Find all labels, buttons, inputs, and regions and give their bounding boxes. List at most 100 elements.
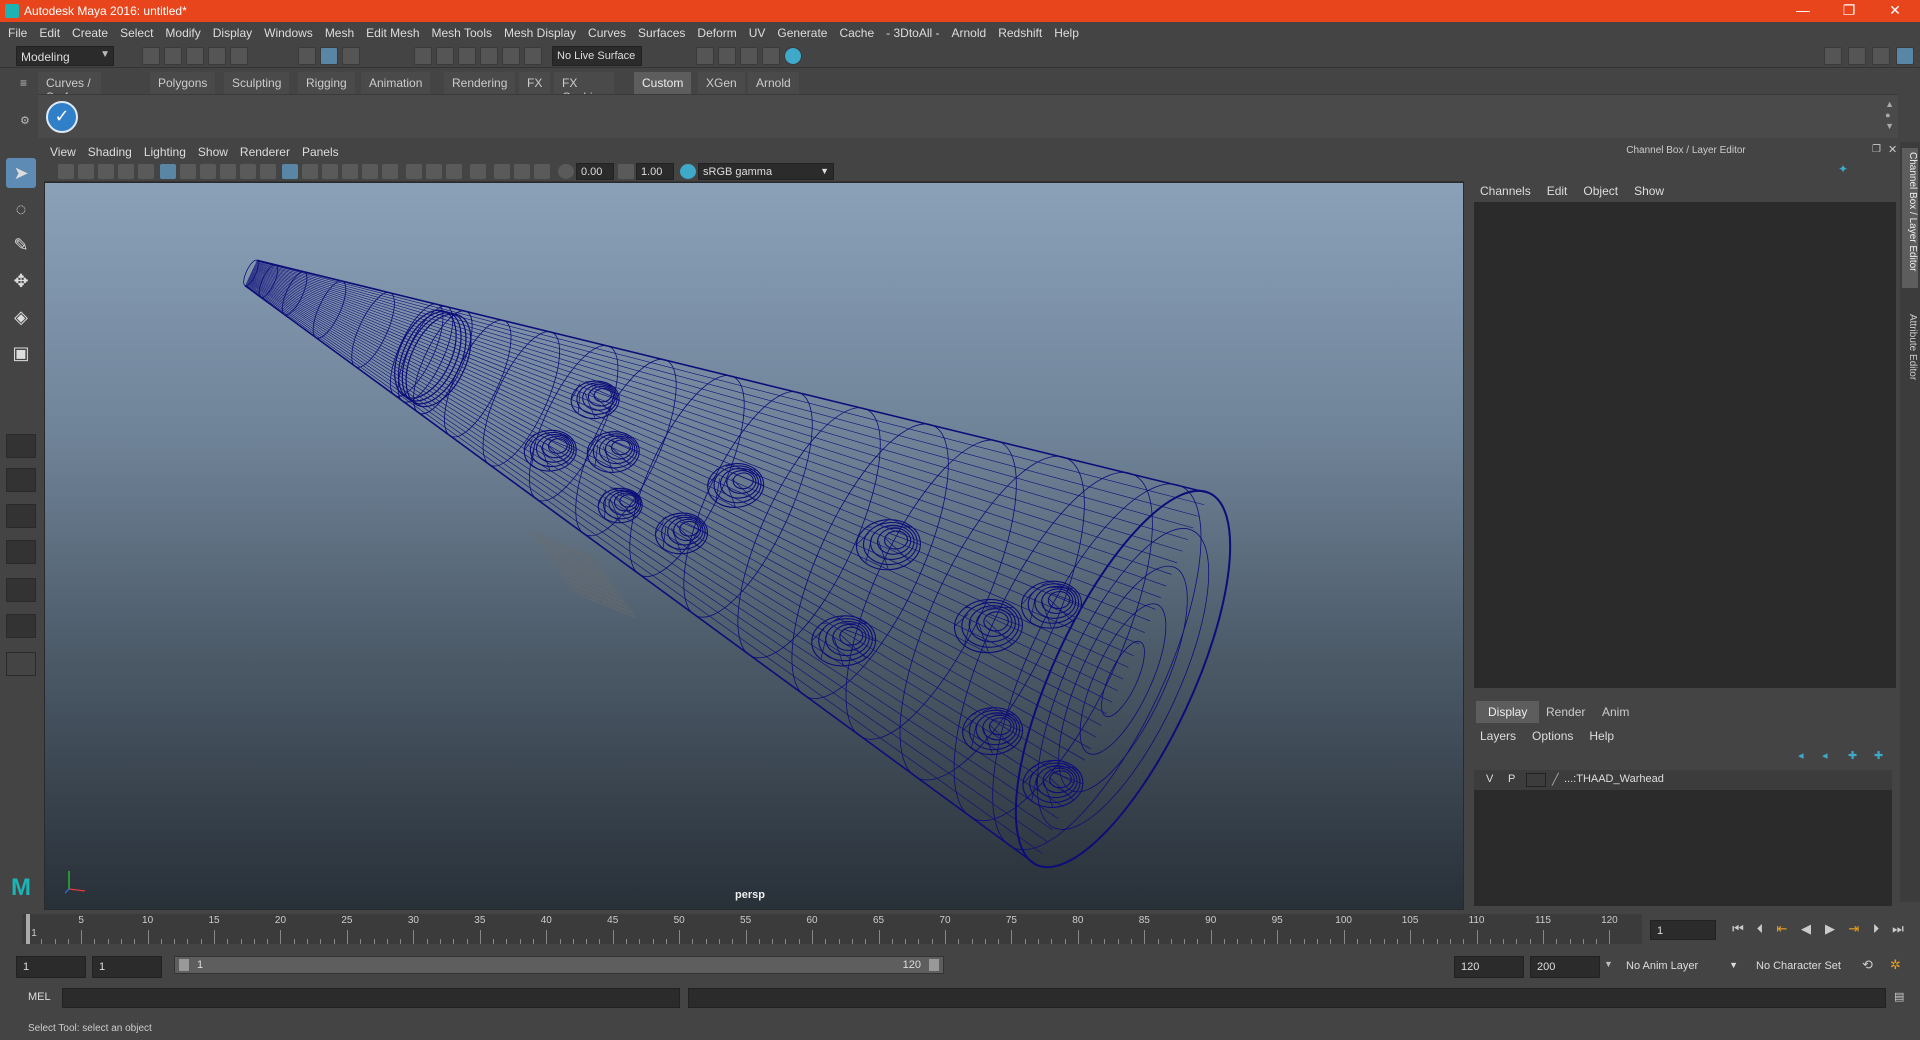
range-start-handle[interactable] [179, 959, 189, 971]
side-tab-attribute-editor[interactable]: Attribute Editor [1902, 310, 1918, 410]
menu-display[interactable]: Display [207, 22, 258, 40]
paint-select-tool-icon[interactable]: ✎ [6, 230, 36, 260]
isolate-select-icon[interactable] [470, 164, 486, 179]
character-set-dropdown[interactable]: No Character Set [1750, 956, 1870, 978]
menu-surfaces[interactable]: Surfaces [632, 22, 691, 40]
persp-graph-layout-icon[interactable] [6, 540, 36, 564]
layer-tab-display[interactable]: Display [1476, 701, 1540, 723]
panel-menu-show[interactable]: Show [192, 142, 234, 159]
animation-end-field[interactable]: 200 [1530, 956, 1600, 978]
move-tool-icon[interactable]: ✥ [6, 266, 36, 296]
select-camera-icon[interactable] [58, 164, 74, 179]
menu-generate[interactable]: Generate [771, 22, 833, 40]
textured-icon[interactable] [342, 164, 358, 179]
view-transform-dropdown[interactable]: sRGB gamma ▼ [698, 163, 834, 180]
attribute-editor-toggle-icon[interactable] [1848, 47, 1866, 65]
layer-edit-icon[interactable]: ╱ [1552, 773, 1559, 786]
layout-menu-icon[interactable] [6, 652, 36, 676]
warhead-wireframe-model[interactable] [45, 183, 1464, 910]
multisample-aa-icon[interactable] [446, 164, 462, 179]
shelf-tab-animation[interactable]: Animation [361, 72, 431, 94]
panel-menu-shading[interactable]: Shading [82, 142, 138, 159]
gamma-icon[interactable] [618, 164, 634, 179]
menu-cache[interactable]: Cache [833, 22, 880, 40]
hypershade-persp-layout-icon[interactable] [6, 614, 36, 638]
snap-curve-icon[interactable] [436, 47, 454, 65]
select-by-object-icon[interactable] [320, 47, 338, 65]
menu-mesh-display[interactable]: Mesh Display [498, 22, 582, 40]
shelf-tab-arnold[interactable]: Arnold [748, 72, 799, 94]
live-surface-field[interactable]: No Live Surface [552, 46, 642, 66]
warhead-mesh-wireframe[interactable] [241, 258, 1273, 894]
menu-arnold[interactable]: Arnold [946, 22, 993, 40]
preferences-icon[interactable]: ✲ [1890, 957, 1906, 973]
exposure-icon[interactable] [558, 164, 574, 179]
snap-point-icon[interactable] [458, 47, 476, 65]
play-backward-icon[interactable]: ◀ [1796, 921, 1816, 939]
layer-menu-options[interactable]: Options [1524, 725, 1581, 743]
bookmark-icon[interactable] [98, 164, 114, 179]
modeling-toolkit-icon[interactable] [1824, 47, 1842, 65]
chevron-down-icon[interactable]: ▼ [1604, 959, 1613, 969]
minimize-button[interactable]: — [1780, 0, 1826, 22]
resolution-gate-icon[interactable] [200, 164, 216, 179]
open-scene-icon[interactable] [164, 47, 182, 65]
exposure-field[interactable]: 0.00 [576, 163, 614, 180]
current-time-indicator[interactable] [26, 914, 30, 944]
four-view-layout-icon[interactable] [6, 468, 36, 492]
menu-curves[interactable]: Curves [582, 22, 632, 40]
layer-menu-help[interactable]: Help [1581, 725, 1622, 743]
menu-select[interactable]: Select [114, 22, 159, 40]
make-live-icon[interactable] [524, 47, 542, 65]
select-by-hierarchy-icon[interactable] [298, 47, 316, 65]
menu-3dtoall[interactable]: - 3DtoAll - [880, 22, 945, 40]
close-button[interactable]: ✕ [1872, 0, 1918, 22]
redo-icon[interactable] [230, 47, 248, 65]
layer-row[interactable]: V P ╱ ...:THAAD_Warhead [1474, 770, 1892, 790]
save-scene-icon[interactable] [186, 47, 204, 65]
smooth-shade-icon[interactable] [302, 164, 318, 179]
step-back-key-icon[interactable]: ⇤ [1772, 921, 1792, 939]
menu-redshift[interactable]: Redshift [992, 22, 1048, 40]
render-settings-icon[interactable] [762, 47, 780, 65]
step-forward-frame-icon[interactable]: ⏵ [1866, 921, 1886, 939]
channel-menu-show[interactable]: Show [1626, 180, 1672, 198]
undo-icon[interactable] [208, 47, 226, 65]
warhead-thrusters-wireframe[interactable] [523, 379, 1085, 810]
snap-view-plane-icon[interactable] [480, 47, 498, 65]
go-to-end-icon[interactable]: ⏭ [1888, 921, 1908, 939]
wireframe-on-shaded-icon[interactable] [322, 164, 338, 179]
wireframe-icon[interactable] [282, 164, 298, 179]
tool-settings-toggle-icon[interactable] [1872, 47, 1890, 65]
render-frame-icon[interactable] [718, 47, 736, 65]
new-empty-layer-icon[interactable]: ✚ [1848, 749, 1862, 763]
single-perspective-layout-icon[interactable] [6, 434, 36, 458]
current-frame-field[interactable]: 1 [1650, 920, 1716, 940]
menu-file[interactable]: File [0, 22, 33, 40]
go-to-start-icon[interactable]: ⏮ [1728, 921, 1748, 939]
menu-create[interactable]: Create [66, 22, 114, 40]
color-management-icon[interactable] [680, 164, 696, 179]
channel-box-toggle-icon[interactable] [1896, 47, 1914, 65]
checkmark-icon[interactable]: ✓ [46, 101, 78, 133]
menu-uv[interactable]: UV [743, 22, 772, 40]
command-language-label[interactable]: MEL [28, 991, 51, 1003]
play-forward-icon[interactable]: ▶ [1820, 921, 1840, 939]
ipr-render-icon[interactable] [740, 47, 758, 65]
layer-playback-toggle[interactable]: P [1508, 773, 1515, 785]
layer-name[interactable]: ...:THAAD_Warhead [1564, 773, 1664, 785]
layer-tab-anim[interactable]: Anim [1590, 701, 1641, 723]
shelf-tab-xgen[interactable]: XGen [698, 72, 745, 94]
panel-menu-view[interactable]: View [44, 142, 82, 159]
panel-menu-panels[interactable]: Panels [296, 142, 345, 159]
safe-action-icon[interactable] [260, 164, 276, 179]
hypershade-icon[interactable] [784, 47, 802, 65]
persp-outliner-layout-icon[interactable] [6, 504, 36, 528]
layer-color-swatch[interactable] [1526, 773, 1546, 787]
screen-space-ao-icon[interactable] [406, 164, 422, 179]
gamma-field[interactable]: 1.00 [636, 163, 674, 180]
render-view-icon[interactable] [696, 47, 714, 65]
gate-mask-icon[interactable] [220, 164, 236, 179]
auto-key-icon[interactable]: ⟲ [1862, 957, 1878, 973]
snap-grid-icon[interactable] [414, 47, 432, 65]
